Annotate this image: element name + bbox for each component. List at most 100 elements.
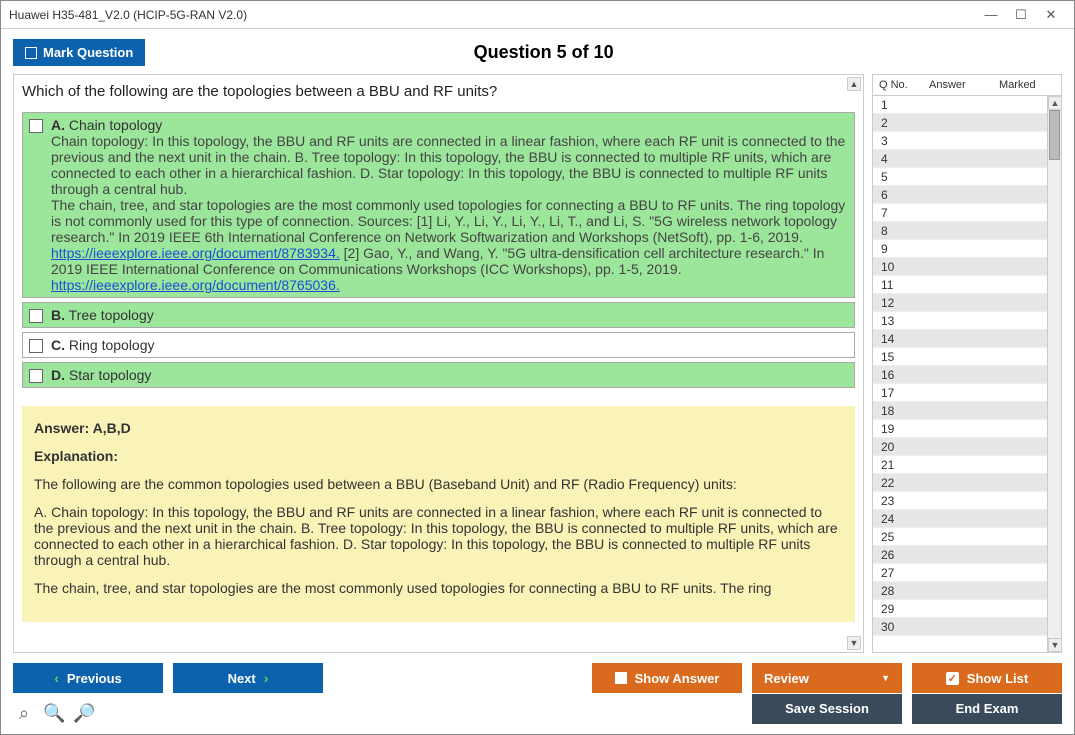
- qno-cell: 3: [873, 134, 923, 148]
- qno-cell: 4: [873, 152, 923, 166]
- qno-cell: 17: [873, 386, 923, 400]
- qno-cell: 19: [873, 422, 923, 436]
- qno-cell: 27: [873, 566, 923, 580]
- list-item[interactable]: 18: [873, 402, 1047, 420]
- review-button[interactable]: Review▼: [752, 663, 902, 693]
- qno-cell: 15: [873, 350, 923, 364]
- explanation-p1: The following are the common topologies …: [34, 476, 843, 492]
- list-item[interactable]: 7: [873, 204, 1047, 222]
- zoom-reset-icon[interactable]: ⌕: [13, 703, 35, 724]
- scroll-down-icon[interactable]: ▼: [847, 636, 861, 650]
- minimize-button[interactable]: —: [976, 5, 1006, 25]
- explanation-p3: The chain, tree, and star topologies are…: [34, 580, 843, 596]
- qno-cell: 22: [873, 476, 923, 490]
- list-item[interactable]: 12: [873, 294, 1047, 312]
- show-list-button[interactable]: ✓Show List: [912, 663, 1062, 693]
- option-d[interactable]: D. Star topology: [22, 362, 855, 388]
- list-item[interactable]: 3: [873, 132, 1047, 150]
- side-header: Q No. Answer Marked: [873, 75, 1061, 96]
- qno-cell: 11: [873, 278, 923, 292]
- list-item[interactable]: 20: [873, 438, 1047, 456]
- qno-cell: 26: [873, 548, 923, 562]
- list-item[interactable]: 8: [873, 222, 1047, 240]
- answer-explanation-box: Answer: A,B,D Explanation: The following…: [22, 406, 855, 622]
- list-item[interactable]: 14: [873, 330, 1047, 348]
- list-item[interactable]: 6: [873, 186, 1047, 204]
- qno-cell: 1: [873, 98, 923, 112]
- side-scrollbar[interactable]: ▲ ▼: [1047, 96, 1061, 652]
- main-row: ▲ Which of the following are the topolog…: [13, 74, 1062, 653]
- question-pane[interactable]: ▲ Which of the following are the topolog…: [13, 74, 864, 653]
- qno-cell: 29: [873, 602, 923, 616]
- list-item[interactable]: 5: [873, 168, 1047, 186]
- list-item[interactable]: 22: [873, 474, 1047, 492]
- list-item[interactable]: 13: [873, 312, 1047, 330]
- option-a-checkbox[interactable]: [29, 119, 43, 133]
- question-list[interactable]: 1234567891011121314151617181920212223242…: [873, 96, 1047, 652]
- zoom-controls: ⌕ 🔍 🔎: [13, 703, 95, 724]
- end-exam-button[interactable]: End Exam: [912, 694, 1062, 724]
- list-item[interactable]: 4: [873, 150, 1047, 168]
- question-text: Which of the following are the topologie…: [22, 83, 855, 100]
- list-item[interactable]: 25: [873, 528, 1047, 546]
- qno-cell: 30: [873, 620, 923, 634]
- list-item[interactable]: 10: [873, 258, 1047, 276]
- explanation-header: Explanation:: [34, 448, 843, 464]
- check-icon: ✓: [946, 672, 959, 685]
- qno-cell: 24: [873, 512, 923, 526]
- maximize-button[interactable]: ☐: [1006, 5, 1036, 25]
- scroll-thumb[interactable]: [1049, 110, 1060, 160]
- app-window: Huawei H35-481_V2.0 (HCIP-5G-RAN V2.0) —…: [0, 0, 1075, 735]
- scroll-down-icon[interactable]: ▼: [1048, 638, 1061, 652]
- list-item[interactable]: 19: [873, 420, 1047, 438]
- chevron-left-icon: ‹: [54, 670, 59, 686]
- list-item[interactable]: 21: [873, 456, 1047, 474]
- zoom-in-icon[interactable]: 🔍: [43, 703, 65, 724]
- list-item[interactable]: 2: [873, 114, 1047, 132]
- chevron-down-icon: ▼: [881, 673, 890, 683]
- option-c-checkbox[interactable]: [29, 339, 43, 353]
- explanation-p2: A. Chain topology: In this topology, the…: [34, 504, 843, 568]
- list-item[interactable]: 23: [873, 492, 1047, 510]
- checkbox-icon: [25, 47, 37, 59]
- list-item[interactable]: 1: [873, 96, 1047, 114]
- qno-cell: 9: [873, 242, 923, 256]
- list-item[interactable]: 27: [873, 564, 1047, 582]
- scroll-up-icon[interactable]: ▲: [1048, 96, 1061, 110]
- option-c[interactable]: C. Ring topology: [22, 332, 855, 358]
- close-button[interactable]: ✕: [1036, 5, 1066, 25]
- scroll-up-icon[interactable]: ▲: [847, 77, 861, 91]
- question-counter: Question 5 of 10: [145, 42, 942, 63]
- zoom-out-icon[interactable]: 🔎: [73, 703, 95, 724]
- col-answer: Answer: [923, 75, 993, 95]
- option-d-checkbox[interactable]: [29, 369, 43, 383]
- mark-question-button[interactable]: Mark Question: [13, 39, 145, 66]
- previous-button[interactable]: ‹Previous: [13, 663, 163, 693]
- option-b[interactable]: B. Tree topology: [22, 302, 855, 328]
- list-item[interactable]: 24: [873, 510, 1047, 528]
- list-item[interactable]: 26: [873, 546, 1047, 564]
- list-item[interactable]: 29: [873, 600, 1047, 618]
- list-item[interactable]: 28: [873, 582, 1047, 600]
- header-row: Mark Question Question 5 of 10: [13, 39, 1062, 66]
- list-item[interactable]: 11: [873, 276, 1047, 294]
- list-item[interactable]: 9: [873, 240, 1047, 258]
- list-item[interactable]: 16: [873, 366, 1047, 384]
- qno-cell: 8: [873, 224, 923, 238]
- citation-link-1[interactable]: https://ieeexplore.ieee.org/document/878…: [51, 245, 340, 261]
- option-b-checkbox[interactable]: [29, 309, 43, 323]
- next-button[interactable]: Next›: [173, 663, 323, 693]
- qno-cell: 18: [873, 404, 923, 418]
- qno-cell: 13: [873, 314, 923, 328]
- window-title: Huawei H35-481_V2.0 (HCIP-5G-RAN V2.0): [9, 8, 976, 22]
- list-item[interactable]: 17: [873, 384, 1047, 402]
- citation-link-2[interactable]: https://ieeexplore.ieee.org/document/876…: [51, 277, 340, 293]
- show-answer-button[interactable]: Show Answer: [592, 663, 742, 693]
- list-item[interactable]: 30: [873, 618, 1047, 636]
- save-session-button[interactable]: Save Session: [752, 694, 902, 724]
- col-qno: Q No.: [873, 75, 923, 95]
- list-item[interactable]: 15: [873, 348, 1047, 366]
- option-a[interactable]: A. Chain topology Chain topology: In thi…: [22, 112, 855, 298]
- qno-cell: 10: [873, 260, 923, 274]
- question-list-pane: Q No. Answer Marked 12345678910111213141…: [872, 74, 1062, 653]
